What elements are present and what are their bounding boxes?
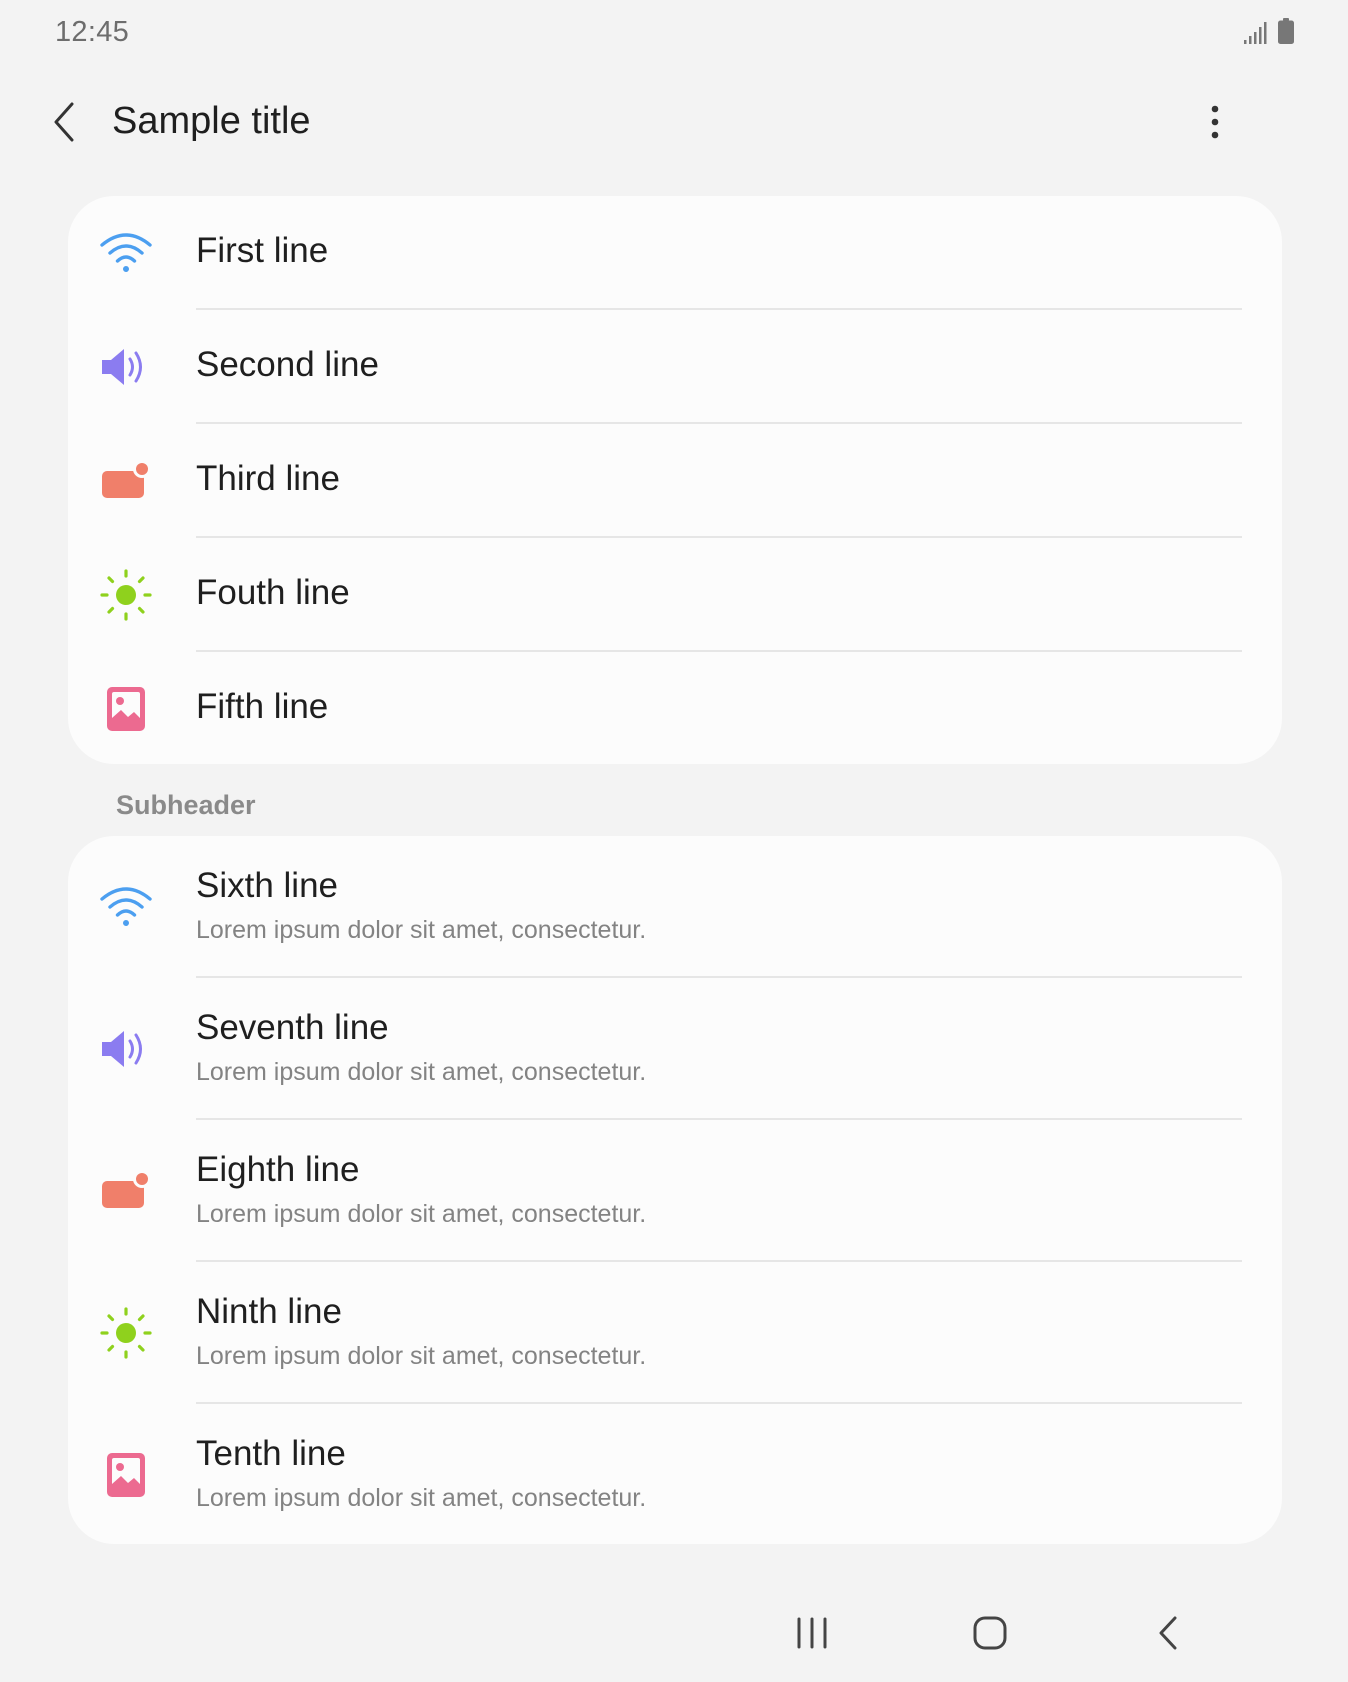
more-vertical-icon	[1211, 105, 1219, 144]
brightness-icon	[98, 1305, 154, 1361]
battery-icon	[1278, 18, 1294, 49]
notification-badge-icon	[98, 453, 154, 509]
list-item-subtitle: Lorem ipsum dolor sit amet, consectetur.	[196, 1342, 647, 1370]
list-item-title: Ninth line	[196, 1292, 342, 1331]
status-time: 12:45	[55, 16, 130, 48]
status-bar: 12:45	[0, 0, 1348, 70]
list-item-title: Eighth line	[196, 1150, 360, 1189]
list-item-first-line[interactable]: First line	[68, 196, 1282, 310]
page-title: Sample title	[112, 100, 311, 142]
list-item-title: Third line	[196, 459, 340, 498]
volume-icon	[98, 1021, 154, 1077]
notification-badge-icon	[98, 1163, 154, 1219]
list-item-fifth-line[interactable]: Fifth line	[68, 652, 1282, 764]
recents-button[interactable]	[782, 1612, 842, 1658]
home-button[interactable]	[960, 1612, 1020, 1658]
list-item-title: Tenth line	[196, 1434, 346, 1473]
brightness-icon	[98, 567, 154, 623]
navigation-bar	[0, 1600, 1348, 1682]
volume-icon	[98, 339, 154, 395]
list-item-title: First line	[196, 231, 329, 270]
list-item-second-line[interactable]: Second line	[68, 310, 1282, 424]
list-item-title: Seventh line	[196, 1008, 389, 1047]
image-icon	[98, 681, 154, 737]
image-icon	[98, 1447, 154, 1503]
list-card-2: Sixth line Lorem ipsum dolor sit amet, c…	[68, 836, 1282, 1544]
list-item-ninth-line[interactable]: Ninth line Lorem ipsum dolor sit amet, c…	[68, 1262, 1282, 1404]
list-item-title: Fifth line	[196, 687, 329, 726]
more-options-button[interactable]	[1200, 102, 1230, 146]
chevron-left-icon	[52, 102, 76, 147]
list-item-subtitle: Lorem ipsum dolor sit amet, consectetur.	[196, 1200, 647, 1228]
list-item-third-line[interactable]: Third line	[68, 424, 1282, 538]
list-item-title: Sixth line	[196, 866, 339, 905]
list-item-fouth-line[interactable]: Fouth line	[68, 538, 1282, 652]
list-item-seventh-line[interactable]: Seventh line Lorem ipsum dolor sit amet,…	[68, 978, 1282, 1120]
signal-icon	[1244, 22, 1268, 49]
list-item-title: Fouth line	[196, 573, 350, 612]
back-button[interactable]	[44, 102, 84, 146]
nav-back-button[interactable]	[1138, 1612, 1198, 1658]
status-icons	[1244, 18, 1294, 49]
list-item-title: Second line	[196, 345, 379, 384]
wifi-icon	[98, 225, 154, 281]
list-item-eighth-line[interactable]: Eighth line Lorem ipsum dolor sit amet, …	[68, 1120, 1282, 1262]
list-card-1: First line Second line Third line Fouth …	[68, 196, 1282, 764]
subheader: Subheader	[116, 790, 256, 820]
list-item-sixth-line[interactable]: Sixth line Lorem ipsum dolor sit amet, c…	[68, 836, 1282, 978]
recents-icon	[795, 1617, 829, 1654]
wifi-icon	[98, 879, 154, 935]
back-icon	[1157, 1616, 1179, 1655]
list-item-subtitle: Lorem ipsum dolor sit amet, consectetur.	[196, 916, 647, 944]
home-icon	[973, 1616, 1007, 1655]
app-bar: Sample title	[0, 90, 1348, 156]
list-item-subtitle: Lorem ipsum dolor sit amet, consectetur.	[196, 1484, 647, 1512]
list-item-subtitle: Lorem ipsum dolor sit amet, consectetur.	[196, 1058, 647, 1086]
list-item-tenth-line[interactable]: Tenth line Lorem ipsum dolor sit amet, c…	[68, 1404, 1282, 1544]
